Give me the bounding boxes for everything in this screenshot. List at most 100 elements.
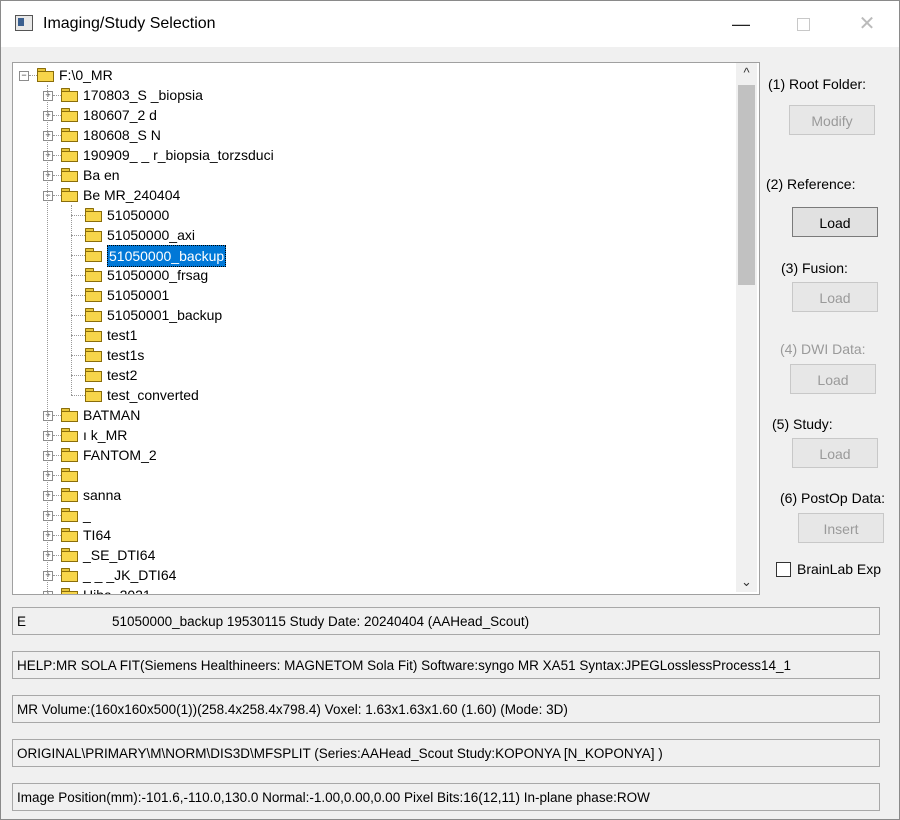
folder-icon <box>61 488 78 502</box>
scroll-down-arrow[interactable]: ⌄ <box>736 572 757 592</box>
fusion-load-button[interactable]: Load <box>792 282 878 312</box>
tree-item[interactable]: +180608_S N <box>13 125 733 145</box>
tree-item[interactable]: 51050001_backup <box>13 305 733 325</box>
folder-icon <box>61 508 78 522</box>
study-label: (5) Study: <box>772 416 833 432</box>
tree-connector <box>53 155 61 156</box>
tree-item[interactable]: 51050000_backup <box>13 245 733 267</box>
tree-item-label: 170803_S _biopsia <box>83 87 203 103</box>
tree-connector <box>71 275 85 276</box>
folder-icon <box>37 68 54 82</box>
tree-item[interactable]: test2 <box>13 365 733 385</box>
scroll-up-arrow[interactable]: ^ <box>736 63 757 83</box>
tree-item[interactable]: +170803_S _biopsia <box>13 85 733 105</box>
tree-item[interactable]: − Be MR_240404 <box>13 185 733 205</box>
tree-connector <box>53 175 61 176</box>
tree-connector <box>71 395 85 396</box>
tree-connector <box>71 315 85 316</box>
tree-connector <box>71 355 85 356</box>
tree-item[interactable]: + <box>13 465 733 485</box>
window-title: Imaging/Study Selection <box>43 15 216 32</box>
tree-item[interactable]: + _ _ _JK_DTI64 <box>13 565 733 585</box>
expand-toggle-icon[interactable]: − <box>43 191 53 201</box>
folder-tree[interactable]: − F:\0_MR +170803_S _biopsia +180607_2 d +18… <box>12 62 760 595</box>
tree-item[interactable]: test_converted <box>13 385 733 405</box>
tree-connector <box>47 85 48 594</box>
tree-item[interactable]: test1 <box>13 325 733 345</box>
tree-item-label: FANTOM_2 <box>83 447 157 463</box>
maximize-button[interactable] <box>789 11 817 37</box>
expand-toggle-icon[interactable]: + <box>43 511 53 521</box>
folder-icon <box>61 548 78 562</box>
expand-toggle-icon[interactable]: + <box>43 591 53 594</box>
folder-icon-body <box>61 111 78 122</box>
tree-item[interactable]: 51050000 <box>13 205 733 225</box>
window: Imaging/Study Selection — ✕ − F:\0_MR +170… <box>0 0 900 820</box>
maximize-icon <box>796 18 810 31</box>
scroll-thumb[interactable] <box>738 85 755 285</box>
expand-toggle-icon[interactable]: + <box>43 131 53 141</box>
tree-item[interactable]: + Ba en <box>13 165 733 185</box>
folder-icon-body <box>37 71 54 82</box>
folder-icon-body <box>85 251 102 262</box>
minimize-button[interactable]: — <box>727 11 755 37</box>
folder-icon-body <box>61 91 78 102</box>
tree-item-label: 180607_2 d <box>83 107 157 123</box>
title-bar: Imaging/Study Selection — ✕ <box>1 1 899 47</box>
tree-item[interactable]: + sanna <box>13 485 733 505</box>
folder-icon <box>85 208 102 222</box>
tree-scrollbar[interactable]: ^ ⌄ <box>736 63 757 592</box>
brainlab-export-checkbox[interactable] <box>776 562 791 577</box>
folder-icon-body <box>61 151 78 162</box>
folder-icon <box>85 368 102 382</box>
expand-toggle-icon[interactable]: − <box>19 71 29 81</box>
folder-icon <box>61 588 78 594</box>
tree-item[interactable]: +190909_ _ r_biopsia_torzsduci <box>13 145 733 165</box>
folder-icon <box>61 448 78 462</box>
tree-item[interactable]: test1s <box>13 345 733 365</box>
expand-toggle-icon[interactable]: + <box>43 531 53 541</box>
tree-item[interactable]: +180607_2 d <box>13 105 733 125</box>
tree-item[interactable]: + TI64 <box>13 525 733 545</box>
tree-item[interactable]: 51050000_axi <box>13 225 733 245</box>
tree-connector <box>53 555 61 556</box>
info-line-series: ORIGINAL\PRIMARY\M\NORM\DIS3D\MFSPLIT (S… <box>12 739 880 767</box>
expand-toggle-icon[interactable]: + <box>43 431 53 441</box>
tree-item-label: Ba en <box>83 167 120 183</box>
modify-button[interactable]: Modify <box>789 105 875 135</box>
postop-insert-button[interactable]: Insert <box>798 513 884 543</box>
tree-item[interactable]: + BATMAN <box>13 405 733 425</box>
expand-toggle-icon[interactable]: + <box>43 571 53 581</box>
reference-load-button[interactable]: Load <box>792 207 878 237</box>
expand-toggle-icon[interactable]: + <box>43 471 53 481</box>
tree-item[interactable]: − F:\0_MR <box>13 65 733 85</box>
tree-item[interactable]: 51050000_frsag <box>13 265 733 285</box>
expand-toggle-icon[interactable]: + <box>43 491 53 501</box>
expand-toggle-icon[interactable]: + <box>43 111 53 121</box>
folder-icon <box>85 248 102 262</box>
dwi-load-button[interactable]: Load <box>790 364 876 394</box>
tree-connector <box>71 215 85 216</box>
expand-toggle-icon[interactable]: + <box>43 551 53 561</box>
tree-item[interactable]: + _SE_DTI64 <box>13 545 733 565</box>
tree-connector <box>53 535 61 536</box>
expand-toggle-icon[interactable]: + <box>43 451 53 461</box>
tree-item[interactable]: + ı k_MR <box>13 425 733 445</box>
folder-icon-body <box>61 431 78 442</box>
tree-item[interactable]: + _ <box>13 505 733 525</box>
expand-toggle-icon[interactable]: + <box>43 151 53 161</box>
folder-icon-body <box>85 211 102 222</box>
tree-item[interactable]: + Hiba_2021 <box>13 585 733 594</box>
app-icon <box>15 15 33 31</box>
expand-toggle-icon[interactable]: + <box>43 91 53 101</box>
tree-connector <box>53 435 61 436</box>
folder-icon <box>61 528 78 542</box>
study-load-button[interactable]: Load <box>792 438 878 468</box>
expand-toggle-icon[interactable]: + <box>43 171 53 181</box>
close-button[interactable]: ✕ <box>853 11 881 37</box>
tree-connector <box>53 475 61 476</box>
tree-item[interactable]: 51050001 <box>13 285 733 305</box>
info-line-volume: MR Volume:(160x160x500(1))(258.4x258.4x7… <box>12 695 880 723</box>
expand-toggle-icon[interactable]: + <box>43 411 53 421</box>
tree-item[interactable]: + FANTOM_2 <box>13 445 733 465</box>
